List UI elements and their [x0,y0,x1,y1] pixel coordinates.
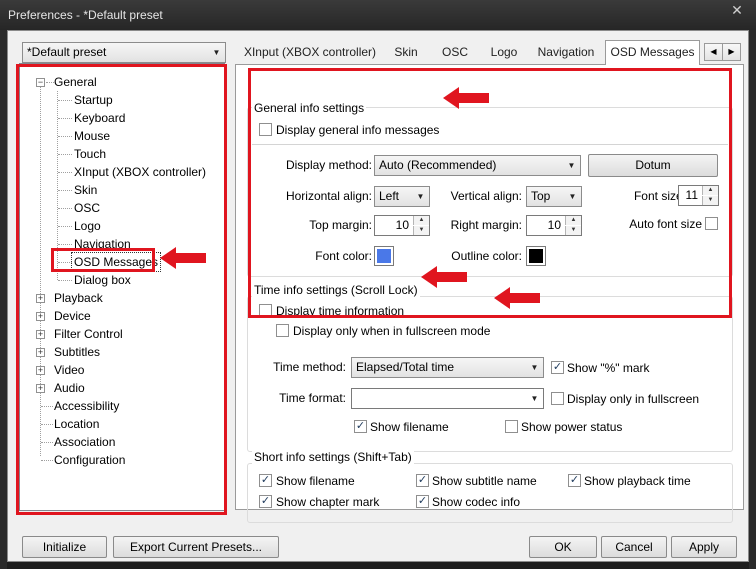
ok-label: OK [554,540,572,554]
chevron-down-icon: ▼ [212,48,221,57]
short-chapter-label: Show chapter mark [276,495,380,509]
show-filename-checkbox[interactable]: ✓ [354,420,367,433]
time-method-value: Elapsed/Total time [356,360,455,374]
display-fullscreen-checkbox[interactable] [551,392,564,405]
show-percent-label: Show "%" mark [567,361,650,375]
short-subtitle-checkbox[interactable]: ✓ [416,474,429,487]
window-border-right [749,30,756,569]
cancel-button[interactable]: Cancel [601,536,667,558]
tab-scroll-right-icon[interactable]: ▶ [722,43,741,61]
short-playback-checkbox[interactable]: ✓ [568,474,581,487]
tab-osc[interactable]: OSC [439,41,471,64]
title-bar: Preferences - *Default preset ✕ [0,0,756,30]
show-power-label: Show power status [521,420,623,434]
chevron-down-icon: ▼ [530,363,539,372]
red-arrow-icon [160,247,206,269]
short-chapter-checkbox[interactable]: ✓ [259,495,272,508]
show-filename-label: Show filename [370,420,449,434]
tab-logo[interactable]: Logo [485,41,523,64]
highlight-osd-item-box [51,248,155,272]
highlight-settings-box [248,68,732,318]
short-filename-checkbox[interactable]: ✓ [259,474,272,487]
time-method-dropdown[interactable]: Elapsed/Total time ▼ [351,357,544,378]
fullscreen-only-checkbox[interactable] [276,324,289,337]
short-codec-checkbox[interactable]: ✓ [416,495,429,508]
chevron-down-icon: ▼ [530,394,539,403]
short-subtitle-label: Show subtitle name [432,474,537,488]
window-title: Preferences - *Default preset [8,8,163,22]
short-playback-label: Show playback time [584,474,691,488]
preset-value: *Default preset [27,45,107,59]
preset-dropdown[interactable]: *Default preset ▼ [22,42,226,63]
initialize-label: Initialize [42,540,87,554]
tab-navigation[interactable]: Navigation [531,41,601,64]
window-border-left [0,30,7,569]
tab-xinput[interactable]: XInput (XBOX controller) [240,41,380,64]
time-format-label: Time format: [279,391,346,405]
show-power-checkbox[interactable] [505,420,518,433]
red-arrow-icon [421,266,467,288]
ok-button[interactable]: OK [529,536,597,558]
short-info-title: Short info settings (Shift+Tab) [252,450,414,464]
time-method-label: Time method: [273,360,346,374]
export-presets-label: Export Current Presets... [129,540,263,554]
short-codec-label: Show codec info [432,495,521,509]
fullscreen-only-label: Display only when in fullscreen mode [293,324,491,338]
tab-skin[interactable]: Skin [391,41,421,64]
apply-label: Apply [688,540,720,554]
short-filename-label: Show filename [276,474,355,488]
red-arrow-icon [443,87,489,109]
show-percent-checkbox[interactable]: ✓ [551,361,564,374]
red-arrow-icon [494,287,540,309]
tab-scroll-left-icon[interactable]: ◀ [704,43,723,61]
export-presets-button[interactable]: Export Current Presets... [113,536,279,558]
tab-osd-messages[interactable]: OSD Messages [605,40,700,65]
time-format-input[interactable]: ▼ [351,388,544,409]
highlight-tree-box [16,64,227,515]
initialize-button[interactable]: Initialize [22,536,107,558]
display-fullscreen-label: Display only in fullscreen [567,392,700,406]
apply-button[interactable]: Apply [671,536,737,558]
close-icon[interactable]: ✕ [722,0,752,22]
cancel-label: Cancel [615,540,653,554]
